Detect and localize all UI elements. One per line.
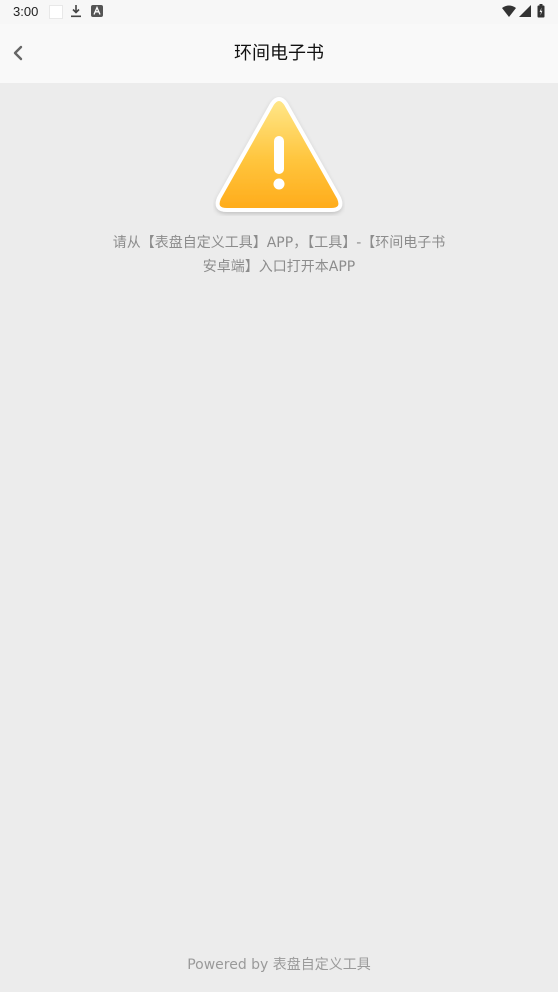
footer-powered-by: Powered by 表盘自定义工具 [187,957,371,973]
status-time: 3:00 [13,4,39,19]
screen: 3:00 环间电子书 请从【表盘自定义工具】APP，【工具】-【环间电子书 安卓… [0,0,558,992]
warning-message-line-1: 请从【表盘自定义工具】APP，【工具】-【环间电子书 [112,235,446,251]
warning-triangle-icon [215,97,343,212]
battery-icon [537,4,545,18]
chevron-left-icon [13,45,23,61]
page-title: 环间电子书 [234,43,324,64]
blank-notification-icon [49,5,63,19]
signal-icon [519,5,531,17]
back-button[interactable] [4,35,36,71]
app-bar: 环间电子书 [0,24,558,83]
wifi-icon [502,5,516,17]
warning-message-line-2: 安卓端】入口打开本APP [202,259,356,275]
download-icon [71,5,81,18]
app-notification-icon [91,5,103,17]
status-bar: 3:00 [0,0,558,24]
warning-message: 请从【表盘自定义工具】APP，【工具】-【环间电子书 安卓端】入口打开本APP [90,231,468,279]
